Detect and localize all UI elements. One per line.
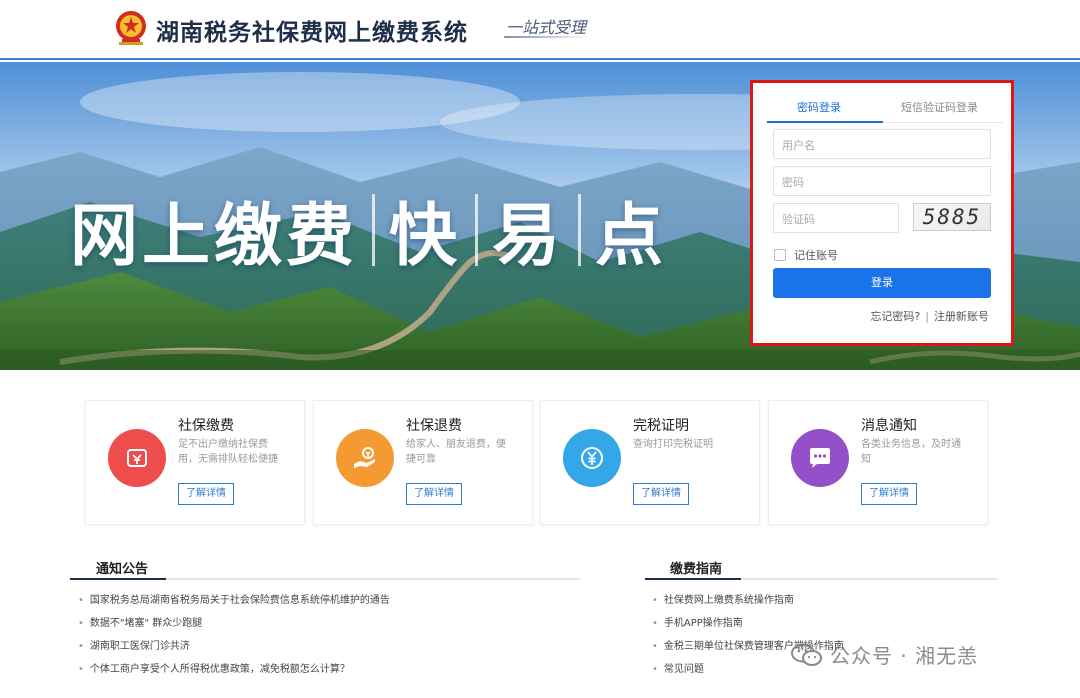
notice-item[interactable]: 国家税务总局湖南省税务局关于社会保险费信息系统停机维护的通告 — [78, 594, 390, 617]
tab-password-login[interactable]: 密码登录 — [797, 99, 841, 115]
service-card-tax-certificate[interactable]: 完税证明 查询打印完税证明 了解详情 — [540, 400, 760, 525]
card-title: 完税证明 — [633, 418, 689, 434]
notices-title: 通知公告 — [96, 562, 149, 577]
forgot-password-link[interactable]: 忘记密码? — [870, 310, 920, 323]
notice-item[interactable]: 数据不"堵塞" 群众少跑腿 — [78, 617, 390, 640]
hero-word: 网上缴费 — [70, 197, 359, 276]
remember-account[interactable]: 记住账号 — [774, 247, 838, 263]
guide-divider-accent — [645, 578, 741, 580]
guide-item[interactable]: 手机APP操作指南 — [652, 617, 844, 640]
link-separator: | — [925, 310, 929, 323]
hero-word: 快 — [389, 197, 462, 276]
learn-more-button[interactable]: 了解详情 — [861, 483, 917, 505]
login-tabs: 密码登录 短信验证码登录 — [767, 93, 1003, 123]
watermark: 公众号 · 湘无恙 — [790, 640, 978, 669]
hero-separator — [372, 193, 376, 266]
notice-item[interactable]: 个体工商户享受个人所得税优惠政策，减免税额怎么计算？ — [78, 663, 390, 686]
service-card-payment[interactable]: 社保缴费 足不出户缴纳社保费用，无需排队轻松便捷 了解详情 — [85, 400, 305, 525]
service-card-refund[interactable]: 社保退费 给家人、朋友退费，便捷可靠 了解详情 — [313, 400, 533, 525]
notices-divider-accent — [70, 578, 166, 580]
chat-bubble-icon — [791, 429, 849, 487]
hero-word: 易 — [492, 197, 565, 276]
remember-label: 记住账号 — [794, 249, 838, 262]
payment-icon — [108, 429, 166, 487]
hero-slogan: 网上缴费 快 易 点 — [70, 180, 667, 279]
captcha-image[interactable]: 5885 — [913, 203, 991, 231]
site-header: 湖南税务社保费网上缴费系统 一站式受理 — [0, 0, 1080, 60]
yuan-coin-icon — [563, 429, 621, 487]
learn-more-button[interactable]: 了解详情 — [633, 483, 689, 505]
active-tab-indicator — [767, 121, 883, 123]
national-emblem-icon — [116, 11, 146, 45]
card-description: 各类业务信息，及时通知 — [861, 439, 961, 465]
login-button[interactable]: 登录 — [773, 268, 991, 298]
login-links: 忘记密码? | 注册新账号 — [870, 308, 989, 324]
guide-title: 缴费指南 — [670, 562, 723, 577]
site-slogan: 一站式受理 — [506, 18, 587, 37]
watermark-text: 公众号 · 湘无恙 — [830, 644, 979, 668]
card-title: 社保缴费 — [178, 418, 234, 434]
hero-separator — [578, 193, 582, 266]
notices-list: 国家税务总局湖南省税务局关于社会保险费信息系统停机维护的通告 数据不"堵塞" 群… — [78, 594, 390, 686]
card-title: 消息通知 — [861, 418, 917, 434]
password-field[interactable]: 密码 — [773, 166, 991, 196]
card-description: 足不出户缴纳社保费用，无需排队轻松便捷 — [178, 439, 278, 465]
notice-item[interactable]: 湖南职工医保门诊共济 — [78, 640, 390, 663]
wechat-icon — [791, 643, 822, 666]
hero-separator — [475, 193, 479, 266]
remember-checkbox[interactable] — [774, 249, 786, 261]
card-title: 社保退费 — [406, 418, 462, 434]
hero-word: 点 — [595, 197, 668, 276]
site-title: 湖南税务社保费网上缴费系统 — [156, 20, 468, 46]
card-description: 查询打印完税证明 — [633, 439, 713, 450]
captcha-field[interactable]: 验证码 — [773, 203, 899, 233]
tab-sms-login[interactable]: 短信验证码登录 — [901, 99, 978, 115]
service-card-notifications[interactable]: 消息通知 各类业务信息，及时通知 了解详情 — [768, 400, 988, 525]
card-description: 给家人、朋友退费，便捷可靠 — [406, 439, 506, 465]
login-panel: 密码登录 短信验证码登录 用户名 密码 验证码 5885 记住账号 登录 忘记密… — [750, 80, 1014, 346]
guide-item[interactable]: 社保费网上缴费系统操作指南 — [652, 594, 844, 617]
learn-more-button[interactable]: 了解详情 — [406, 483, 462, 505]
refund-hand-icon — [336, 429, 394, 487]
learn-more-button[interactable]: 了解详情 — [178, 483, 234, 505]
slogan-underline — [504, 36, 588, 38]
register-link[interactable]: 注册新账号 — [934, 310, 989, 323]
username-field[interactable]: 用户名 — [773, 129, 991, 159]
